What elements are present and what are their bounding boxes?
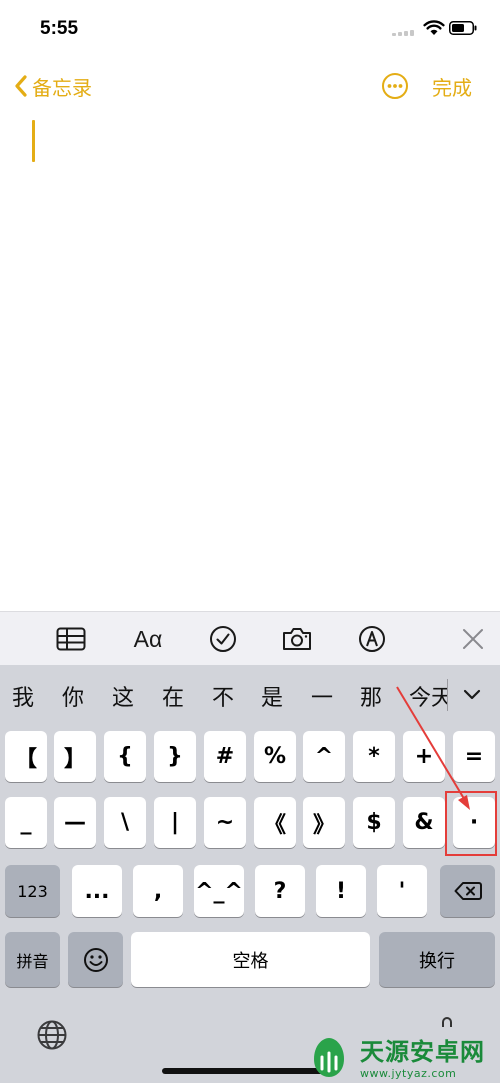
key[interactable]: | xyxy=(154,797,196,848)
watermark: 天源安卓网 www.jytyaz.com xyxy=(304,1028,500,1083)
watermark-url: www.jytyaz.com xyxy=(360,1066,457,1080)
key[interactable]: % xyxy=(254,731,296,782)
wifi-icon xyxy=(423,20,445,35)
table-icon[interactable] xyxy=(55,623,87,655)
format-toolbar: Aα xyxy=(0,611,500,666)
cellular-signal-icon xyxy=(392,30,420,36)
key[interactable]: { xyxy=(104,731,146,782)
status-time: 5:55 xyxy=(40,18,79,39)
return-key[interactable]: 换行 xyxy=(379,932,495,987)
key[interactable]: ... xyxy=(72,865,122,917)
checklist-icon[interactable] xyxy=(207,623,239,655)
key[interactable]: & xyxy=(403,797,445,848)
key[interactable]: $ xyxy=(353,797,395,848)
text-format-button[interactable]: Aα xyxy=(130,623,166,655)
highlight-box xyxy=(445,791,497,856)
candidate-bar: 我 你 这 在 不 是 一 那 今天 xyxy=(0,665,500,725)
chevron-left-icon xyxy=(15,75,27,97)
key[interactable]: ^ xyxy=(303,731,345,782)
back-label: 备忘录 xyxy=(32,75,92,100)
key[interactable]: ? xyxy=(255,865,305,917)
key[interactable]: } xyxy=(154,731,196,782)
candidate-word[interactable]: 在 xyxy=(162,680,184,712)
globe-icon[interactable] xyxy=(36,1019,68,1051)
candidate-divider xyxy=(447,679,448,711)
key[interactable]: ! xyxy=(316,865,366,917)
back-button[interactable]: 备忘录 xyxy=(14,70,92,102)
candidate-word[interactable]: 不 xyxy=(212,680,234,712)
chevron-down-icon[interactable] xyxy=(455,679,489,709)
candidate-word[interactable]: 我 xyxy=(12,680,34,712)
key[interactable]: , xyxy=(133,865,183,917)
emoji-icon xyxy=(83,947,108,972)
numbers-key[interactable]: 123 xyxy=(5,865,60,917)
candidate-word[interactable]: 是 xyxy=(261,680,283,712)
candidate-word[interactable]: 这 xyxy=(112,680,134,712)
candidate-word[interactable]: 你 xyxy=(62,680,84,712)
space-key[interactable]: 空格 xyxy=(131,932,370,987)
key[interactable]: _ xyxy=(5,797,47,848)
markup-pen-icon[interactable] xyxy=(356,623,388,655)
key[interactable]: 【 xyxy=(5,731,47,782)
close-icon[interactable] xyxy=(457,623,489,655)
key[interactable]: 》 xyxy=(303,797,345,848)
key[interactable]: = xyxy=(453,731,495,782)
delete-key[interactable] xyxy=(440,865,495,917)
watermark-logo xyxy=(314,1037,344,1077)
emoji-key[interactable] xyxy=(68,932,123,987)
candidate-word[interactable]: 一 xyxy=(311,680,333,712)
nav-bar: 备忘录 完成 xyxy=(0,64,500,108)
more-icon[interactable] xyxy=(381,72,409,100)
done-button[interactable]: 完成 xyxy=(432,72,472,101)
status-bar: 5:55 xyxy=(0,0,500,60)
key[interactable]: * xyxy=(353,731,395,782)
key[interactable]: ^_^ xyxy=(194,865,244,917)
key[interactable]: ' xyxy=(377,865,427,917)
key[interactable]: 《 xyxy=(254,797,296,848)
watermark-name: 天源安卓网 xyxy=(360,1037,485,1066)
key[interactable]: 】 xyxy=(54,731,96,782)
key[interactable]: \ xyxy=(104,797,146,848)
backspace-icon xyxy=(454,882,482,900)
key[interactable]: + xyxy=(403,731,445,782)
candidate-word[interactable]: 那 xyxy=(360,680,382,712)
key[interactable]: ~ xyxy=(204,797,246,848)
camera-icon[interactable] xyxy=(281,623,313,655)
key[interactable]: # xyxy=(204,731,246,782)
candidate-word[interactable]: 今天 xyxy=(409,680,447,712)
pinyin-key[interactable]: 拼音 xyxy=(5,932,60,987)
battery-icon xyxy=(449,21,477,35)
key[interactable]: — xyxy=(54,797,96,848)
text-cursor xyxy=(32,120,35,162)
